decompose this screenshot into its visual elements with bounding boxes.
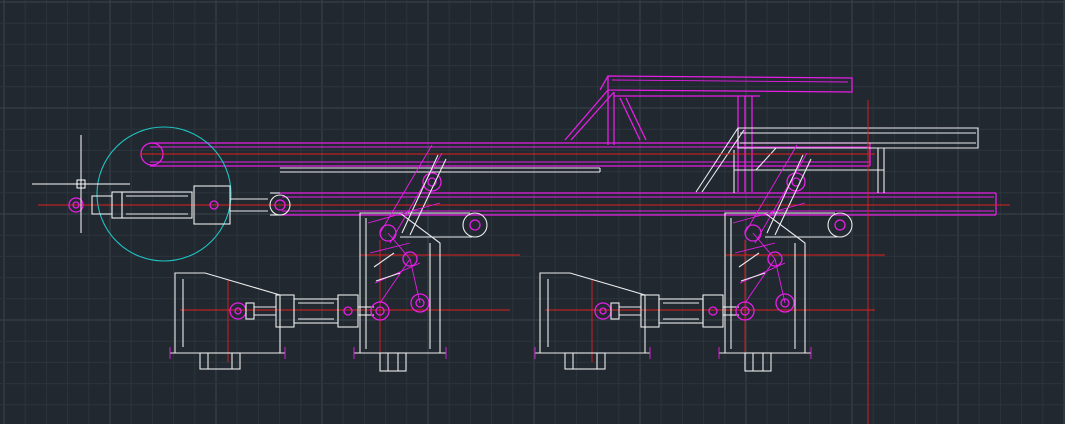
centerlines: [38, 100, 1010, 424]
clamp-unit-1: [169, 144, 488, 372]
drawing-grid: [0, 0, 1065, 424]
cad-drawing-canvas[interactable]: [0, 0, 1065, 424]
